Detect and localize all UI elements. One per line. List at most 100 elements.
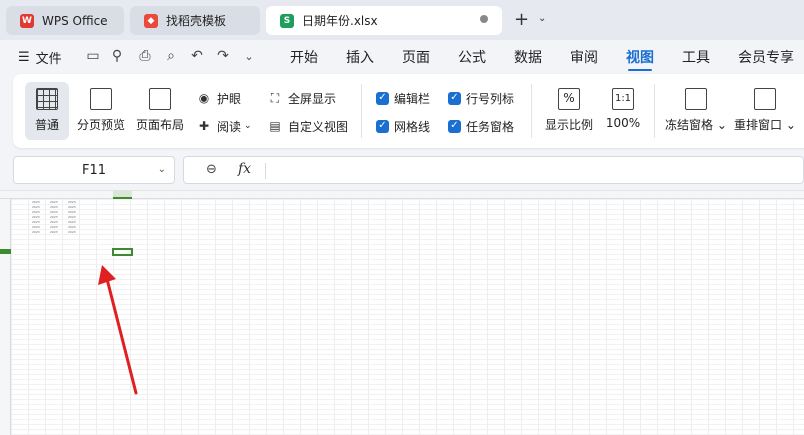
name-box-chevron-icon[interactable]: ⌄ — [158, 164, 166, 175]
file-menu-label: 文件 — [35, 52, 62, 67]
percent-icon: % — [558, 88, 580, 110]
zoom-100-label: 100% — [605, 116, 641, 130]
formula-separator — [265, 163, 266, 179]
more-chevron-icon[interactable]: ⌄ — [240, 47, 258, 65]
tab-label: WPS Office — [42, 13, 108, 28]
eye-icon: ◉ — [198, 91, 210, 105]
gridlines-toggle[interactable]: ✓ 网格线 — [376, 116, 430, 136]
checkbox-checked-icon: ✓ — [376, 91, 389, 105]
arrange-label: 重排窗口 ⌄ — [734, 118, 796, 132]
file-menu[interactable]: ☰ 文件 — [18, 48, 62, 67]
save-icon[interactable]: ▭ — [84, 47, 102, 65]
tab-docer-templates[interactable]: ◆ 找稻壳模板 — [130, 6, 260, 35]
freeze-label: 冻结窗格 ⌄ — [665, 118, 727, 132]
checkbox-checked-icon: ✓ — [376, 119, 389, 133]
fx-icon[interactable]: fx — [238, 161, 251, 177]
annotation-arrow — [98, 265, 138, 395]
export-pdf-icon[interactable]: ⚲ — [108, 47, 126, 65]
reading-crosshair-icon: ✚ — [198, 119, 210, 133]
ribbon-panel: 普通 分页预览 页面布局 ◉ 护眼 ✚ 阅读 ⌄ ⛶ 全屏显示 ▤ 自定义视图 — [13, 74, 804, 148]
fullscreen-label: 全屏显示 — [288, 91, 337, 106]
zoom-100-button[interactable]: 1:1 100% — [601, 82, 645, 140]
tab-spreadsheet[interactable]: S 日期年份.xlsx — [266, 6, 502, 35]
arrange-windows-icon — [754, 88, 776, 110]
tab-formula[interactable]: 公式 — [458, 47, 486, 67]
selected-cell[interactable] — [112, 248, 133, 256]
tab-list-chevron-icon[interactable]: ⌄ — [538, 13, 546, 24]
normal-view-button[interactable]: 普通 — [25, 82, 69, 140]
custom-view-button[interactable]: ▤ 自定义视图 — [267, 116, 348, 136]
custom-view-label: 自定义视图 — [288, 119, 349, 134]
cell-value: 2023 — [50, 230, 58, 234]
task-pane-toggle[interactable]: ✓ 任务窗格 — [448, 116, 514, 136]
freeze-panes-icon — [685, 88, 707, 110]
arrow-head — [98, 265, 116, 285]
checkbox-checked-icon: ✓ — [448, 91, 461, 105]
normal-view-label: 普通 — [34, 118, 59, 132]
hamburger-icon: ☰ — [18, 50, 30, 65]
active-tab-underline — [628, 69, 652, 71]
ribbon-separator — [361, 84, 362, 138]
docer-logo-icon: ◆ — [144, 13, 158, 28]
selected-row-header[interactable] — [0, 249, 11, 254]
page-layout-button[interactable]: 页面布局 — [133, 82, 187, 140]
menu-bar: ☰ 文件 ▭ ⚲ ⎙ ⌕ ↶ ↷ ⌄ 开始 插入 页面 公式 数据 审阅 视图 … — [0, 40, 804, 72]
spreadsheet-s-icon: S — [280, 13, 294, 28]
row-headers[interactable] — [0, 199, 11, 435]
tab-page[interactable]: 页面 — [402, 47, 430, 67]
zoom-search-icon[interactable]: ⊖ — [206, 162, 217, 177]
name-box[interactable]: F11 ⌄ — [13, 156, 175, 184]
eye-care-button[interactable]: ◉ 护眼 — [196, 88, 241, 108]
zoom-ratio-label: 显示比例 — [544, 118, 593, 132]
one-to-one-icon: 1:1 — [612, 88, 634, 110]
formula-input[interactable]: ⊖ fx — [183, 156, 804, 184]
tab-member[interactable]: 会员专享 — [738, 47, 794, 67]
eye-care-label: 护眼 — [217, 91, 242, 106]
tab-start[interactable]: 开始 — [290, 47, 318, 67]
checkbox-checked-icon: ✓ — [448, 119, 461, 133]
tab-label: 找稻壳模板 — [166, 14, 227, 28]
redo-icon[interactable]: ↷ — [214, 47, 232, 65]
arrange-windows-button[interactable]: 重排窗口 ⌄ — [733, 82, 797, 140]
fullscreen-button[interactable]: ⛶ 全屏显示 — [267, 88, 336, 108]
formula-bar-area: F11 ⌄ ⊖ fx — [0, 152, 804, 190]
cell-reference: F11 — [81, 162, 107, 178]
formula-bar-toggle[interactable]: ✓ 编辑栏 — [376, 88, 430, 108]
tab-review[interactable]: 审阅 — [570, 47, 598, 67]
arrow-shaft — [104, 273, 138, 395]
gridlines-label: 网格线 — [394, 119, 431, 134]
reading-chevron-icon: ⌄ — [244, 121, 252, 131]
page-break-icon — [90, 88, 112, 110]
freeze-panes-button[interactable]: 冻结窗格 ⌄ — [663, 82, 729, 140]
tab-close-icon[interactable] — [480, 15, 488, 23]
grid-view-icon — [36, 88, 58, 110]
custom-view-icon: ▤ — [269, 119, 281, 133]
page-layout-label: 页面布局 — [135, 118, 184, 132]
cell-value: 2023 — [68, 230, 76, 234]
page-break-preview-button[interactable]: 分页预览 — [73, 82, 129, 140]
fullscreen-icon: ⛶ — [270, 90, 280, 105]
headings-label: 行号列标 — [466, 91, 515, 106]
tab-view[interactable]: 视图 — [626, 47, 654, 67]
print-icon[interactable]: ⎙ — [136, 47, 154, 65]
formula-bar-label: 编辑栏 — [394, 91, 431, 106]
new-tab-plus-icon[interactable]: + — [514, 9, 529, 30]
cell-value: 2023 — [32, 230, 40, 234]
spreadsheet-grid[interactable]: 2023 2023 2023 2023 2023 2023 2023 2023 … — [0, 190, 804, 435]
zoom-ratio-button[interactable]: % 显示比例 — [541, 82, 597, 140]
task-pane-label: 任务窗格 — [466, 119, 515, 134]
reading-label: 阅读 — [217, 119, 242, 134]
page-layout-icon — [149, 88, 171, 110]
reading-mode-button[interactable]: ✚ 阅读 ⌄ — [196, 116, 252, 136]
headings-toggle[interactable]: ✓ 行号列标 — [448, 88, 514, 108]
tab-insert[interactable]: 插入 — [346, 47, 374, 67]
tab-data[interactable]: 数据 — [514, 47, 542, 67]
print-preview-icon[interactable]: ⌕ — [162, 47, 180, 65]
selected-column-header[interactable] — [113, 191, 132, 199]
ribbon-separator — [531, 84, 532, 138]
tab-wps-office[interactable]: W WPS Office — [6, 6, 124, 35]
undo-icon[interactable]: ↶ — [188, 47, 206, 65]
tab-tools[interactable]: 工具 — [682, 47, 710, 67]
wps-logo-icon: W — [20, 13, 34, 28]
column-headers[interactable] — [0, 191, 804, 199]
